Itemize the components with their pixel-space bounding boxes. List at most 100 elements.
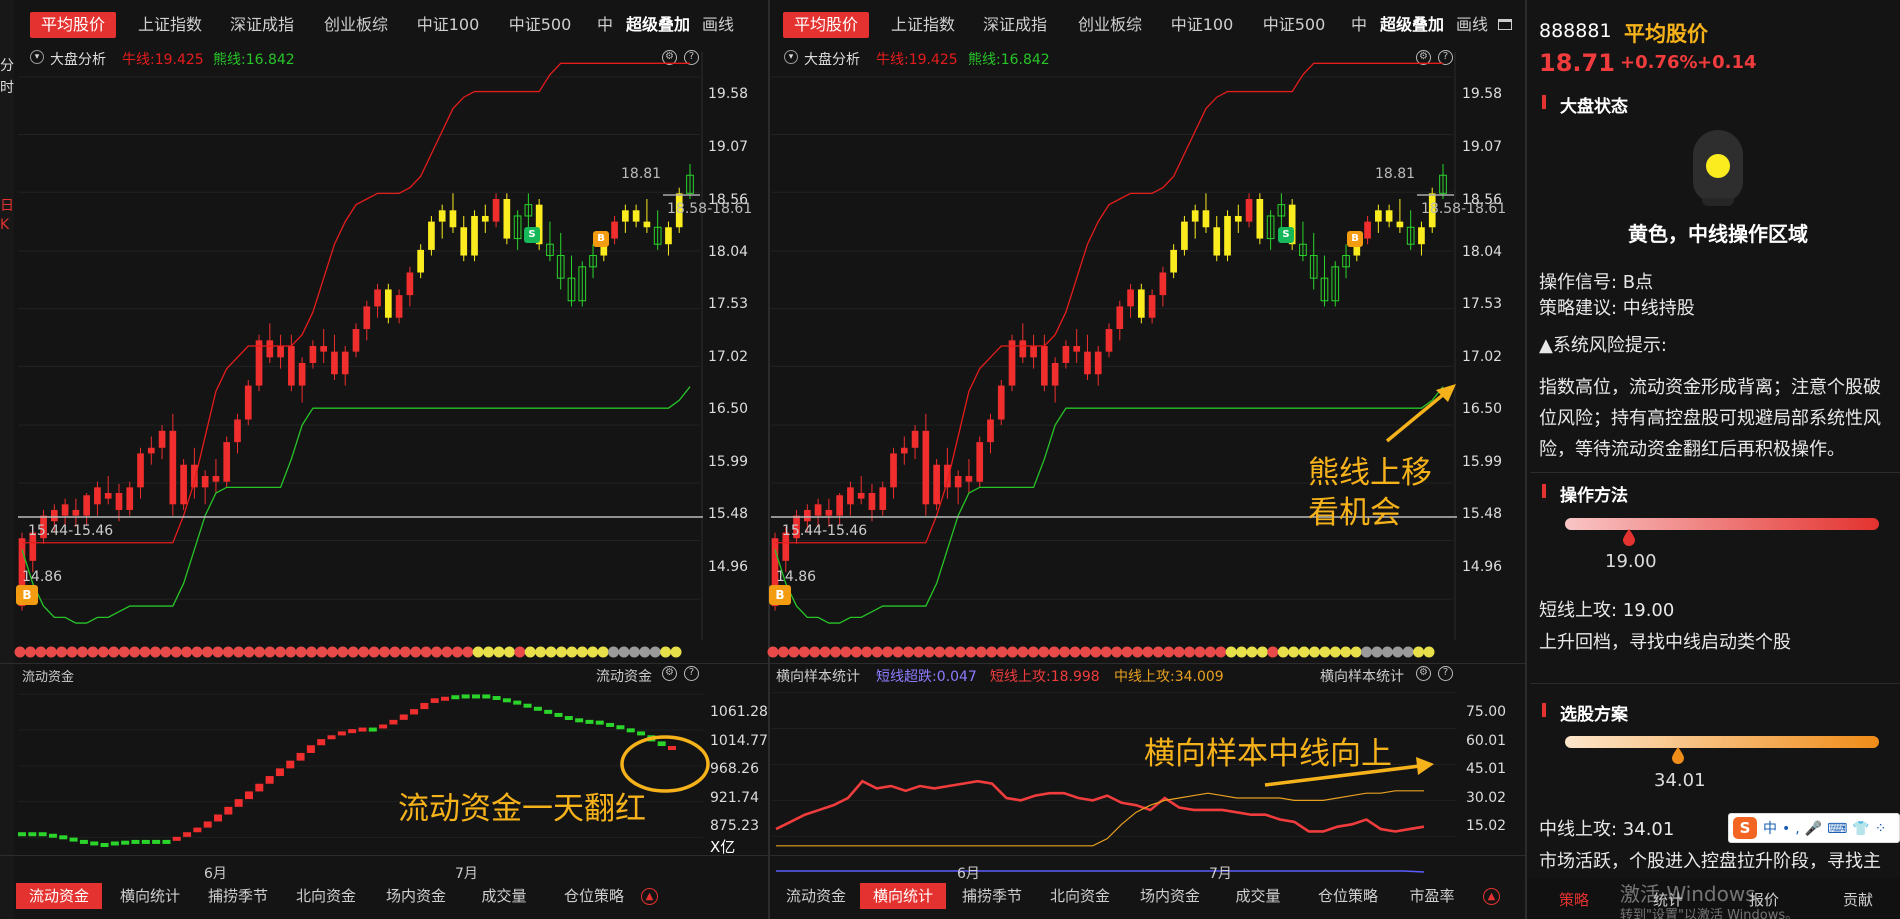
low-label: 14.86 xyxy=(776,569,817,585)
month-label: 7月 xyxy=(1209,866,1232,882)
op-line2: 上升回档，寻找中线启动类个股 xyxy=(1539,632,1791,653)
candle-body xyxy=(1127,289,1134,307)
candle-body xyxy=(1396,221,1404,228)
candle-body xyxy=(976,442,984,482)
state-dot xyxy=(934,646,946,658)
sub-title-right[interactable]: 横向样本统计 xyxy=(1320,666,1404,686)
arrow-head xyxy=(1416,757,1434,775)
candle-body xyxy=(857,493,865,499)
help-icon[interactable]: ? xyxy=(1438,666,1453,681)
state-dot xyxy=(1215,646,1227,658)
bottom-tab-north[interactable]: 北向资金 xyxy=(1040,883,1120,909)
state-dot xyxy=(1413,646,1425,658)
state-dot xyxy=(1381,646,1393,658)
state-dot xyxy=(882,646,894,658)
state-dot xyxy=(1152,646,1164,658)
candle-body xyxy=(1375,210,1382,222)
series-line xyxy=(775,779,1425,833)
state-dot xyxy=(1298,646,1310,658)
candle-body xyxy=(1234,215,1242,222)
windows-watermark-sub: 转到"设置"以激活 Windows。 xyxy=(1620,908,1799,919)
state-dot xyxy=(1006,646,1018,658)
ime-logo-icon: S xyxy=(1733,817,1757,839)
settings-icon[interactable]: ⚙ xyxy=(1416,666,1431,681)
state-dot xyxy=(892,646,904,658)
candle-body xyxy=(814,504,822,516)
ime-toolbar[interactable]: S 中•,🎤⌨👕⁘ xyxy=(1728,813,1900,843)
select-line1: 中线上攻: 34.01 xyxy=(1539,819,1675,840)
state-dot xyxy=(1204,646,1216,658)
state-dot xyxy=(809,646,821,658)
state-dot xyxy=(1079,646,1091,658)
state-dot xyxy=(1059,646,1071,658)
candle-body xyxy=(1105,329,1113,352)
market-state-text: 黄色，中线操作区域 xyxy=(1628,222,1808,246)
bottom-tab-volume[interactable]: 成交量 xyxy=(1220,883,1296,909)
state-dot xyxy=(829,646,841,658)
panel-tab-contribute[interactable]: 贡献 xyxy=(1832,887,1884,913)
state-dot xyxy=(913,646,925,658)
state-dot xyxy=(850,646,862,658)
state-dot xyxy=(1090,646,1102,658)
state-dot xyxy=(871,646,883,658)
candle-body xyxy=(933,464,940,505)
state-dot xyxy=(1194,646,1206,658)
candle-body xyxy=(1116,306,1124,330)
annotation-opportunity: 看机会 xyxy=(1308,495,1401,531)
panel-tab-strategy[interactable]: 策略 xyxy=(1548,887,1600,913)
bottom-tab-horizontal[interactable]: 横向统计 xyxy=(860,883,946,909)
signal-light-icon xyxy=(1693,130,1743,202)
bottom-tab-flow[interactable]: 流动资金 xyxy=(776,883,856,909)
state-dot xyxy=(1277,646,1289,658)
candle-body xyxy=(1191,210,1199,222)
risk-line: 指数高位，流动资金形成背离；注意个股破 xyxy=(1539,377,1881,398)
candle-body xyxy=(1159,272,1167,296)
axis-divider xyxy=(770,855,1525,856)
panel-divider xyxy=(1525,0,1527,919)
stock-name: 平均股价 xyxy=(1624,22,1708,46)
buy-signal-icon: B xyxy=(1347,231,1363,247)
state-dot xyxy=(986,646,998,658)
state-dot xyxy=(1111,646,1123,658)
collapse-icon[interactable]: ▲ xyxy=(1483,888,1500,905)
price-tick: 17.02 xyxy=(1462,349,1503,365)
candle-body xyxy=(1181,221,1188,250)
candle-body xyxy=(1224,215,1231,256)
app-root: { "colors": {"up": "#f02e2e", "down": "#… xyxy=(0,0,1900,919)
sell-signal-icon: S xyxy=(1278,227,1294,243)
state-dot xyxy=(1423,646,1435,658)
bottom-tab-position[interactable]: 仓位策略 xyxy=(1306,883,1390,909)
bottom-tab-fishing[interactable]: 捕捞季节 xyxy=(950,883,1034,909)
candle-body xyxy=(1202,210,1210,228)
state-dot xyxy=(777,646,789,658)
bottom-tab-pe[interactable]: 市盈率 xyxy=(1404,883,1460,909)
state-dot xyxy=(1329,646,1341,658)
state-dot xyxy=(944,646,956,658)
sub-tick: 45.01 xyxy=(1466,761,1507,777)
section-divider xyxy=(1530,472,1900,473)
state-dot xyxy=(819,646,831,658)
candle-body xyxy=(1094,351,1102,375)
state-dot xyxy=(1371,646,1383,658)
state-dot xyxy=(1173,646,1185,658)
op-line1: 短线上攻: 19.00 xyxy=(1539,600,1675,621)
arrow-shaft xyxy=(1385,387,1452,443)
select-value: 34.01 xyxy=(1654,770,1706,791)
sub-tick: 60.01 xyxy=(1466,733,1507,749)
stock-code: 888881 xyxy=(1539,20,1612,42)
price-tick: 14.96 xyxy=(1462,559,1503,575)
high-label: 18.81 xyxy=(1375,166,1416,182)
candle-body xyxy=(922,430,930,505)
signal-light-base xyxy=(1702,198,1734,206)
ime-tools-icon[interactable]: 中•,🎤⌨👕⁘ xyxy=(1763,818,1892,838)
risk-line: 位风险；持有高控盘股可规避局部系统性风 xyxy=(1539,408,1881,429)
section-divider xyxy=(1530,683,1900,684)
right-grid xyxy=(771,52,1456,640)
candle-body xyxy=(868,493,876,510)
state-dot xyxy=(1100,646,1112,658)
state-dot xyxy=(1288,646,1300,658)
candle-body xyxy=(836,495,843,516)
state-dot xyxy=(1131,646,1143,658)
bottom-tab-onsite[interactable]: 场内资金 xyxy=(1128,883,1212,909)
state-dot xyxy=(1184,646,1196,658)
